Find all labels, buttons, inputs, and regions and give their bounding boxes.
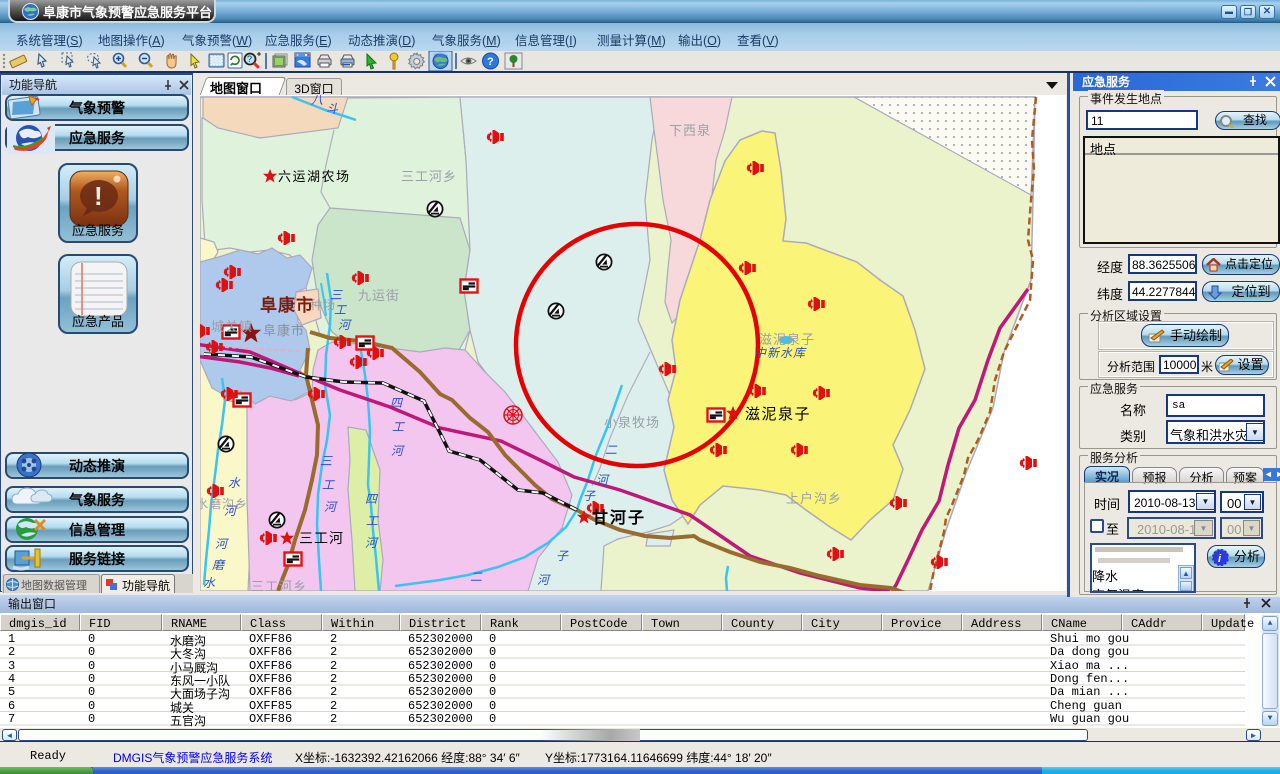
svg-text:二: 二 bbox=[470, 570, 483, 584]
svg-text:阜康市: 阜康市 bbox=[263, 323, 305, 338]
svg-text:八: 八 bbox=[311, 95, 323, 107]
svg-text:水: 水 bbox=[228, 476, 241, 490]
svg-text:下西泉: 下西泉 bbox=[669, 123, 711, 138]
svg-text:子: 子 bbox=[583, 489, 596, 503]
svg-text:小泉牧场: 小泉牧场 bbox=[604, 415, 660, 430]
svg-text:工: 工 bbox=[322, 478, 335, 492]
svg-text:中新水库: 中新水库 bbox=[754, 346, 807, 360]
svg-text:水: 水 bbox=[203, 576, 216, 590]
svg-text:工: 工 bbox=[366, 514, 379, 528]
svg-text:?: ? bbox=[247, 54, 252, 64]
svg-text:四: 四 bbox=[390, 396, 404, 410]
svg-text:九运街: 九运街 bbox=[358, 288, 400, 303]
svg-text:三工河乡: 三工河乡 bbox=[251, 579, 307, 591]
svg-text:三工河乡: 三工河乡 bbox=[401, 169, 457, 184]
svg-text:子: 子 bbox=[556, 549, 569, 563]
svg-text:二: 二 bbox=[605, 443, 618, 457]
svg-text:?: ? bbox=[487, 56, 494, 68]
svg-text:河: 河 bbox=[391, 444, 405, 458]
svg-text:六运湖农场: 六运湖农场 bbox=[278, 169, 351, 184]
svg-text:河: 河 bbox=[324, 500, 338, 514]
svg-text:城关镇: 城关镇 bbox=[211, 319, 253, 334]
svg-text:三: 三 bbox=[330, 288, 343, 302]
svg-text:工: 工 bbox=[392, 420, 405, 434]
svg-text:三工河: 三工河 bbox=[299, 530, 344, 546]
svg-text:上户沟乡: 上户沟乡 bbox=[786, 491, 842, 506]
svg-text:河: 河 bbox=[596, 473, 610, 487]
svg-text:三: 三 bbox=[320, 454, 333, 468]
svg-text:四: 四 bbox=[365, 492, 379, 506]
svg-text:滋泥泉子: 滋泥泉子 bbox=[759, 332, 815, 347]
svg-text:河: 河 bbox=[224, 504, 238, 518]
svg-text:滋泥泉子: 滋泥泉子 bbox=[745, 406, 811, 423]
svg-text:!: ! bbox=[94, 181, 103, 211]
svg-text:河: 河 bbox=[338, 318, 352, 332]
svg-text:阜康市: 阜康市 bbox=[260, 295, 314, 315]
svg-text:磨: 磨 bbox=[212, 558, 226, 572]
svg-text:河: 河 bbox=[215, 537, 229, 551]
svg-text:工: 工 bbox=[334, 303, 347, 317]
svg-text:斗: 斗 bbox=[326, 102, 339, 116]
svg-text:河: 河 bbox=[537, 573, 551, 587]
svg-text:河: 河 bbox=[365, 536, 379, 550]
svg-text:甘河子: 甘河子 bbox=[592, 508, 646, 527]
